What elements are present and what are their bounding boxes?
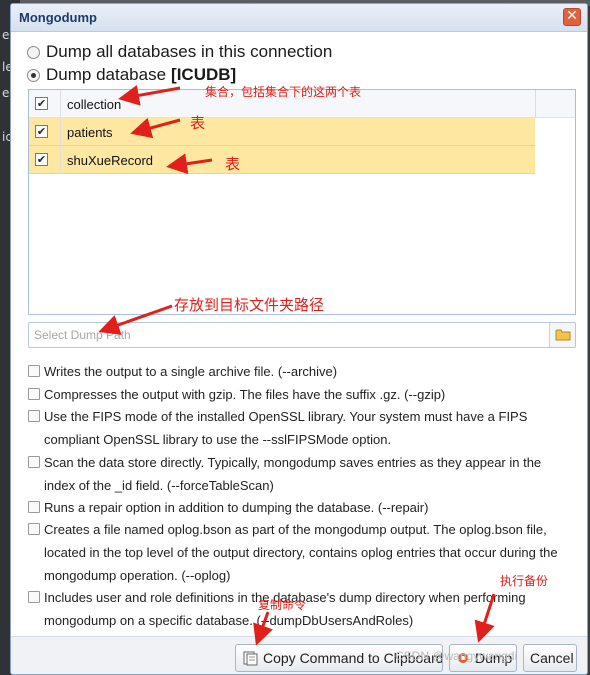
- annotation-collection: 集合，包括集合下的这两个表: [205, 85, 362, 99]
- option-checkbox[interactable]: [28, 501, 40, 513]
- option-fips[interactable]: Use the FIPS mode of the installed OpenS…: [28, 405, 568, 451]
- column-divider: [60, 146, 61, 173]
- collection-checkbox[interactable]: ✔: [35, 153, 48, 166]
- close-button[interactable]: ✕: [563, 8, 581, 26]
- option-label: Use the FIPS mode of the installed OpenS…: [44, 409, 528, 447]
- radio-button-selected[interactable]: [27, 68, 40, 82]
- annotation-dump: 执行备份: [500, 574, 549, 588]
- column-divider: [60, 118, 61, 145]
- radio-dump-database[interactable]: Dump database [ICUDB]: [27, 65, 236, 85]
- folder-icon: [555, 329, 571, 341]
- option-archive[interactable]: Writes the output to a single archive fi…: [28, 360, 568, 383]
- collection-checkbox[interactable]: ✔: [35, 125, 48, 138]
- radio-dump-all[interactable]: Dump all databases in this connection: [27, 42, 332, 62]
- collection-name: shuXueRecord: [67, 153, 153, 168]
- option-label: Runs a repair option in addition to dump…: [44, 500, 429, 515]
- annotation-patients: 表: [190, 114, 206, 132]
- collections-list[interactable]: ✔ collection ✔ patients ✔ shuXueRecord: [28, 89, 576, 315]
- collection-name: patients: [67, 125, 113, 140]
- option-repair[interactable]: Runs a repair option in addition to dump…: [28, 496, 568, 519]
- option-label: Writes the output to a single archive fi…: [44, 364, 338, 379]
- collection-checkbox[interactable]: ✔: [35, 97, 48, 110]
- dump-path-input[interactable]: [29, 323, 549, 347]
- dump-path-field: [28, 322, 576, 348]
- collection-name: collection: [67, 97, 122, 112]
- database-name: [ICUDB]: [171, 65, 237, 84]
- annotation-path: 存放到目标文件夹路径: [174, 296, 325, 314]
- background-text: e: [2, 86, 10, 100]
- cancel-label: Cancel: [530, 650, 574, 666]
- radio-dump-database-label: Dump database: [46, 65, 167, 84]
- annotation-copy-command: 复制命令: [258, 598, 307, 612]
- option-checkbox[interactable]: [28, 456, 40, 468]
- list-item[interactable]: ✔ patients: [29, 118, 535, 146]
- option-checkbox[interactable]: [28, 591, 40, 603]
- radio-button[interactable]: [27, 45, 40, 59]
- option-gzip[interactable]: Compresses the output with gzip. The fil…: [28, 383, 568, 406]
- watermark: CSDN @wangywangdi: [395, 649, 518, 663]
- option-label: Creates a file named oplog.bson as part …: [44, 522, 558, 583]
- radio-dump-all-label: Dump all databases in this connection: [46, 42, 333, 61]
- option-checkbox[interactable]: [28, 388, 40, 400]
- column-divider: [535, 90, 536, 118]
- dialog-title: Mongodump: [19, 10, 97, 25]
- option-checkbox[interactable]: [28, 410, 40, 422]
- dialog-titlebar[interactable]: Mongodump ✕: [11, 4, 587, 32]
- browse-folder-button[interactable]: [549, 323, 575, 347]
- option-checkbox[interactable]: [28, 523, 40, 535]
- option-oplog[interactable]: Creates a file named oplog.bson as part …: [28, 518, 568, 587]
- column-divider: [60, 90, 61, 117]
- option-force-table-scan[interactable]: Scan the data store directly. Typically,…: [28, 451, 568, 497]
- option-label: Compresses the output with gzip. The fil…: [44, 387, 446, 402]
- clipboard-icon: [243, 651, 258, 666]
- cancel-button[interactable]: Cancel: [523, 644, 577, 672]
- option-checkbox[interactable]: [28, 365, 40, 377]
- option-label: Scan the data store directly. Typically,…: [44, 455, 542, 493]
- list-item[interactable]: ✔ shuXueRecord: [29, 146, 535, 174]
- annotation-shuxue: 表: [225, 155, 241, 173]
